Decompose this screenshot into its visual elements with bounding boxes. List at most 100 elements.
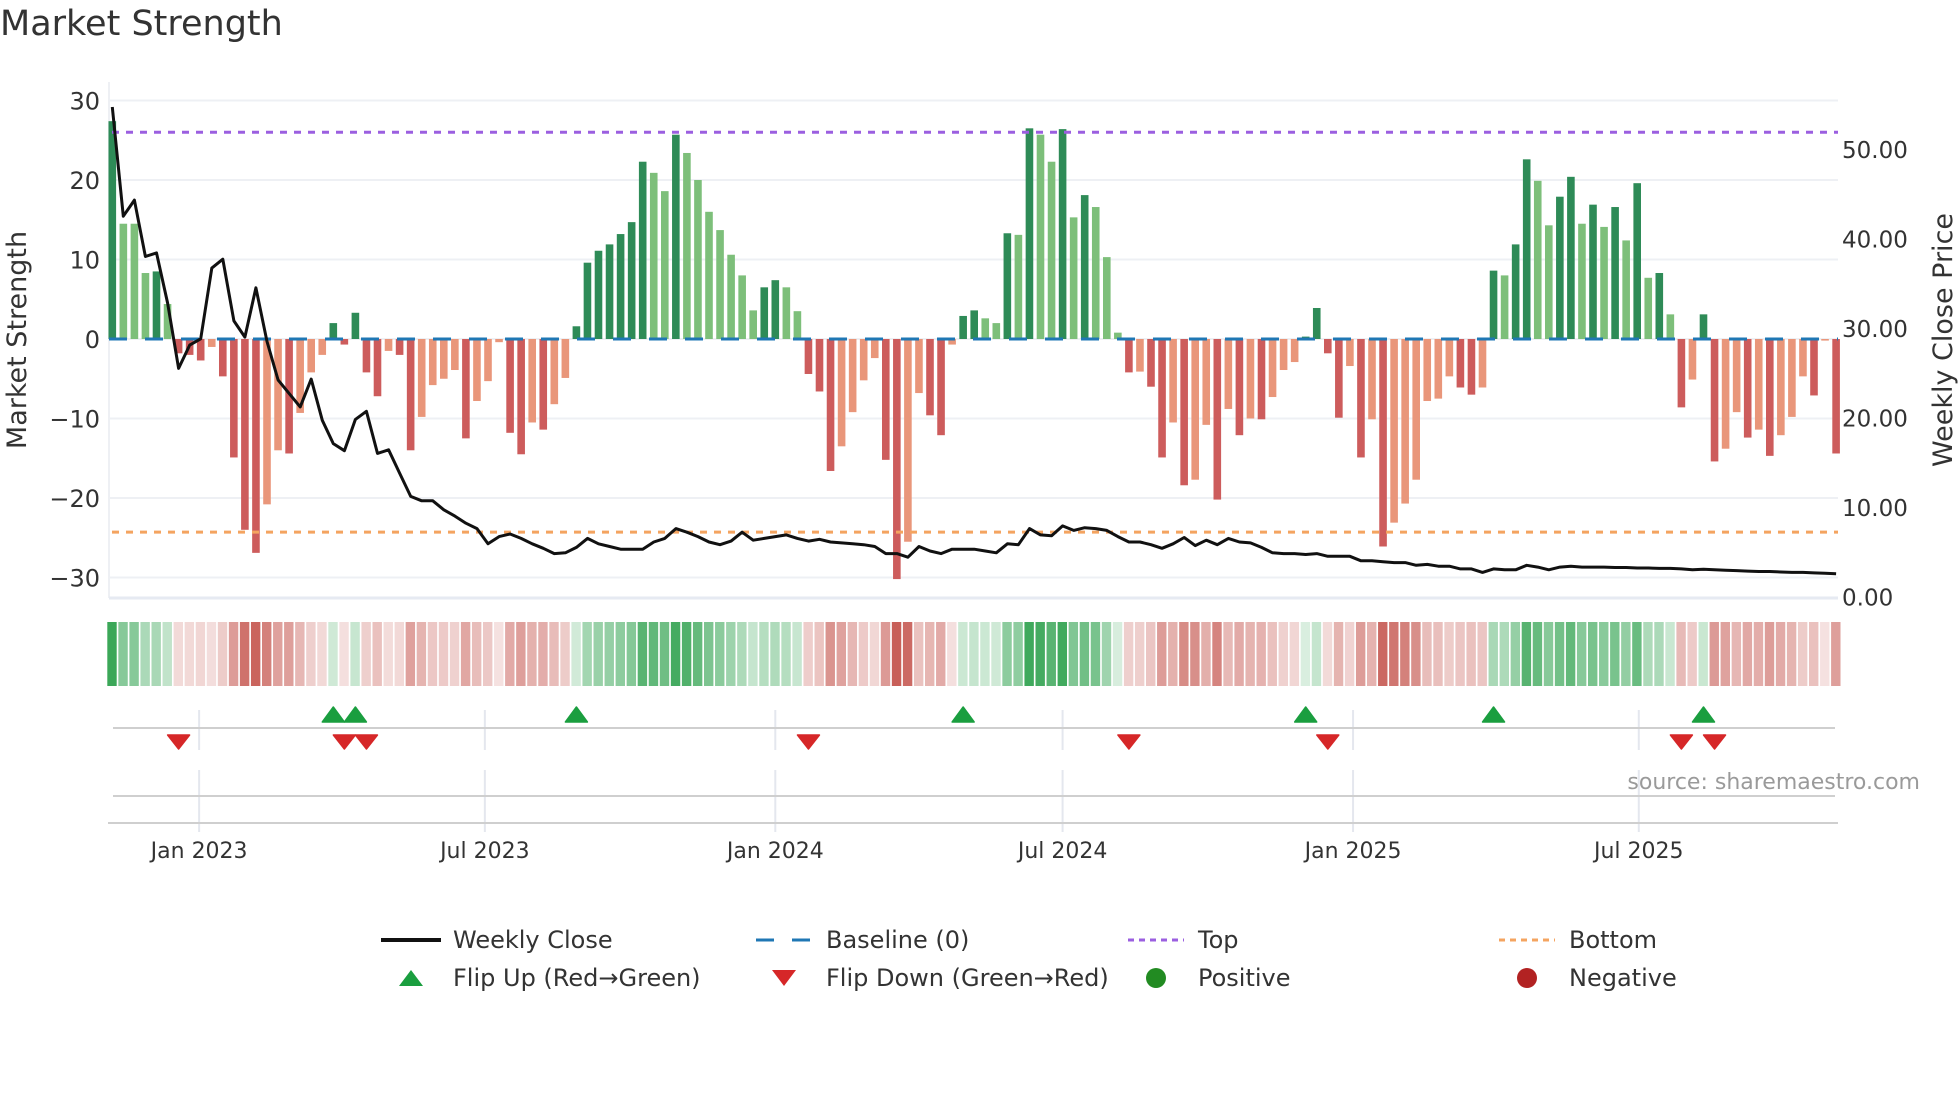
positive-bar xyxy=(329,323,338,339)
flip-down-marker xyxy=(1702,734,1727,750)
negative-bar xyxy=(1721,339,1730,449)
flip-down-marker xyxy=(166,734,191,750)
flip-down-marker xyxy=(354,734,379,750)
heat-cell xyxy=(1400,622,1410,686)
positive-bar xyxy=(1644,277,1653,339)
heat-cell xyxy=(372,622,382,686)
positive-bar xyxy=(583,262,592,339)
heat-cell xyxy=(1775,622,1786,686)
heat-cell xyxy=(737,622,747,686)
legend-item-flip-down[interactable]: Flip Down (Green→Red) xyxy=(754,960,1109,996)
heat-cell xyxy=(1820,622,1830,686)
positive-bar xyxy=(1312,307,1321,339)
heat-cell xyxy=(1389,622,1399,686)
y2-axis-title: Weekly Close Price xyxy=(1928,213,1959,467)
x-tick-label: Jan 2023 xyxy=(149,839,248,864)
heat-cell xyxy=(1797,622,1808,686)
heat-cell xyxy=(217,622,228,686)
heat-cell xyxy=(505,622,515,686)
heat-cell xyxy=(1687,622,1697,686)
negative-bar xyxy=(252,339,260,553)
negative-bar xyxy=(1368,339,1376,420)
positive-bar xyxy=(605,244,614,339)
legend-item-positive[interactable]: Positive xyxy=(1126,960,1291,996)
heat-cell xyxy=(1632,622,1642,686)
positive-bar xyxy=(1611,207,1619,339)
heat-cell xyxy=(1289,622,1300,686)
heat-cell xyxy=(1576,622,1587,686)
heat-cell xyxy=(383,622,393,686)
y2-tick-label: 50.00 xyxy=(1842,138,1908,164)
y-tick-label: 10 xyxy=(69,247,100,275)
y2-tick-label: 20.00 xyxy=(1842,407,1908,433)
positive-bar xyxy=(1500,275,1509,339)
heat-cell xyxy=(1621,622,1631,686)
negative-bar xyxy=(1710,339,1719,462)
positive-bar xyxy=(1622,240,1630,339)
flip-up-marker xyxy=(951,706,975,723)
negative-bar xyxy=(1754,339,1763,430)
positive-bar xyxy=(1699,314,1708,339)
heat-cell xyxy=(1742,622,1753,686)
heat-cell xyxy=(1068,622,1079,686)
negative-bar xyxy=(1346,339,1354,367)
heat-cell xyxy=(162,622,172,686)
positive-bar xyxy=(1058,129,1067,339)
negative-bar xyxy=(1357,339,1365,458)
flip-down-marker xyxy=(796,734,821,750)
heat-cell xyxy=(626,622,637,686)
heat-cell xyxy=(328,622,338,686)
positive-bar xyxy=(1589,204,1597,339)
heat-cell xyxy=(1588,622,1598,686)
heat-cell xyxy=(1245,622,1255,686)
positive-bar xyxy=(1069,217,1078,339)
positive-bar xyxy=(130,223,139,339)
negative-bar xyxy=(1677,339,1686,408)
heat-cell xyxy=(195,622,206,686)
negative-bar xyxy=(1335,339,1343,418)
positive-bar xyxy=(1578,223,1586,339)
positive-bar xyxy=(749,310,757,339)
legend-item-bottom[interactable]: Bottom xyxy=(1497,922,1657,958)
positive-bar xyxy=(1091,207,1100,339)
legend-item-top[interactable]: Top xyxy=(1126,922,1239,958)
legend-item-baseline[interactable]: Baseline (0) xyxy=(754,922,969,958)
legend-item-negative[interactable]: Negative xyxy=(1497,960,1677,996)
negative-bar xyxy=(1147,339,1155,387)
y2-tick-label: 40.00 xyxy=(1842,228,1908,254)
negative-bar xyxy=(1732,339,1741,413)
flip-up-marker xyxy=(1691,706,1716,723)
x-tick-label: Jan 2025 xyxy=(1303,839,1402,864)
heat-cell xyxy=(350,622,360,686)
legend-label: Top xyxy=(1198,926,1239,954)
heat-cell xyxy=(1190,622,1200,686)
heat-cell xyxy=(704,622,714,686)
heat-cell xyxy=(1510,622,1521,686)
heat-cell xyxy=(1024,622,1034,686)
negative-bar xyxy=(1434,339,1443,399)
legend-item-flip-up[interactable]: Flip Up (Red→Green) xyxy=(381,960,701,996)
heat-cell xyxy=(858,622,869,686)
negative-bar xyxy=(1136,339,1144,372)
heat-cell xyxy=(438,622,449,686)
negative-bar xyxy=(440,339,448,379)
negative-bar xyxy=(1423,339,1432,402)
negative-bar xyxy=(1810,339,1818,396)
heat-cell xyxy=(129,622,139,686)
y-tick-label: −30 xyxy=(49,565,100,593)
positive-bar xyxy=(1533,180,1542,339)
positive-bar xyxy=(1080,195,1089,339)
heat-cell xyxy=(1134,622,1145,686)
negative-bar xyxy=(219,339,227,377)
y-axis-title: Market Strength xyxy=(2,231,33,449)
negative-bar xyxy=(904,339,912,542)
legend-item-weekly-close[interactable]: Weekly Close xyxy=(381,922,613,958)
positive-bar xyxy=(738,275,746,339)
heat-cell xyxy=(449,622,460,686)
heat-cell xyxy=(681,622,692,686)
negative-bar xyxy=(506,339,514,433)
heat-cell xyxy=(1123,622,1134,686)
negative-bar xyxy=(1688,339,1697,380)
negative-bar xyxy=(274,339,282,451)
heat-cell xyxy=(239,622,250,686)
